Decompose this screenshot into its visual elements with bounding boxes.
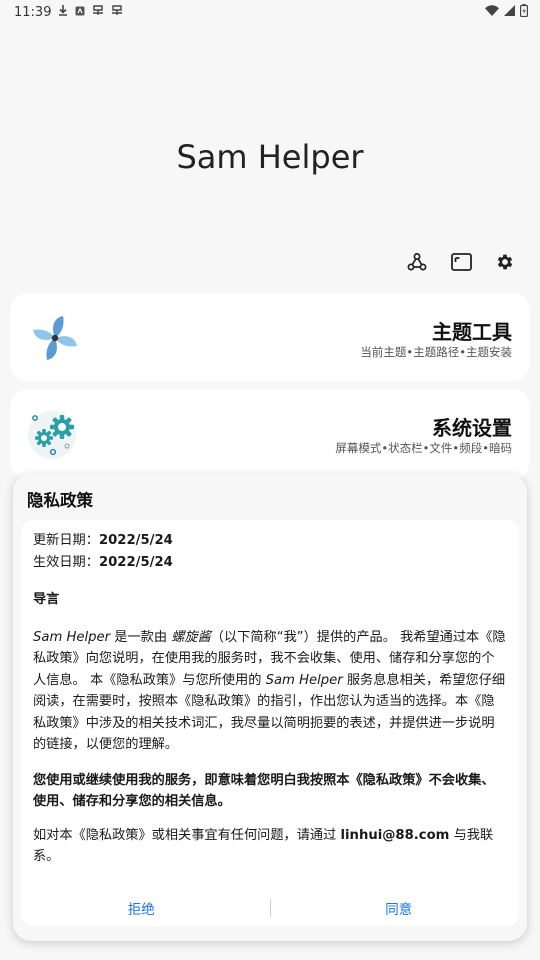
tools-icon[interactable]	[406, 251, 428, 273]
battery-icon	[520, 3, 529, 21]
effective-date-value: 2022/5/24	[98, 554, 173, 570]
settings-icon[interactable]	[494, 251, 516, 273]
contact-email[interactable]: linhui@88.com	[341, 828, 450, 843]
dialog-actions: 拒绝 同意	[13, 893, 527, 923]
intro-heading: 导言	[33, 592, 60, 607]
wifi-icon	[485, 4, 499, 20]
app-title: Sam Helper	[176, 138, 364, 176]
status-left: 11:39	[14, 5, 123, 20]
window-icon[interactable]	[450, 251, 472, 273]
status-time: 11:39	[14, 4, 52, 20]
card-title: 主题工具	[432, 320, 512, 344]
pinwheel-icon	[30, 313, 80, 363]
card-title: 系统设置	[432, 416, 512, 440]
status-right	[485, 3, 529, 21]
download-icon	[58, 5, 68, 19]
agree-button[interactable]: 同意	[271, 898, 528, 918]
update-date-value: 2022/5/24	[98, 533, 173, 548]
contact-paragraph: 如对本《隐私政策》或相关事宜有任何问题，请通过 linhui@88.com 与我…	[33, 825, 507, 868]
card-subtitle: 当前主题•主题路径•主题安装	[360, 345, 512, 359]
signal-icon	[504, 4, 515, 20]
theme-tools-card[interactable]: 主题工具 当前主题•主题路径•主题安装	[10, 293, 530, 381]
app-icon	[75, 6, 85, 19]
toolbar	[406, 251, 516, 273]
card-subtitle: 屏幕模式•状态栏•文件•频段•暗码	[335, 441, 512, 455]
status-bar: 11:39	[0, 0, 540, 24]
system-settings-card[interactable]: 系统设置 屏幕模式•状态栏•文件•频段•暗码	[10, 389, 530, 479]
app-name-text: Sam Helper	[265, 672, 343, 688]
effective-date-label: 生效日期：	[33, 554, 99, 570]
gears-icon	[28, 409, 80, 459]
reject-button[interactable]: 拒绝	[13, 898, 270, 918]
update-date-label: 更新日期：	[33, 533, 99, 548]
pattern-icon	[92, 5, 104, 19]
paragraph-text: 是一款由	[110, 629, 172, 645]
dialog-content[interactable]: 更新日期：2022/5/24 生效日期：2022/5/24 导言 Sam Hel…	[21, 520, 519, 926]
effective-date-line: 生效日期：2022/5/24	[33, 552, 507, 574]
intro-paragraph: Sam Helper 是一款由 螺旋酱（以下简称“我”）提供的产品。 我希望通过…	[33, 627, 507, 756]
dialog-title: 隐私政策	[27, 491, 93, 510]
app-name-text: Sam Helper	[33, 629, 111, 645]
consent-paragraph: 您使用或继续使用我的服务，即意味着您明白我按照本《隐私政策》不会收集、使用、储存…	[33, 772, 495, 810]
paragraph-text: 如对本《隐私政策》或相关事宜有任何问题，请通过	[33, 827, 341, 843]
privacy-dialog: 隐私政策 更新日期：2022/5/24 生效日期：2022/5/24 导言 Sa…	[13, 474, 527, 941]
update-date-line: 更新日期：2022/5/24	[33, 530, 507, 552]
pattern-icon	[111, 5, 123, 19]
author-name-text: 螺旋酱	[171, 629, 211, 645]
